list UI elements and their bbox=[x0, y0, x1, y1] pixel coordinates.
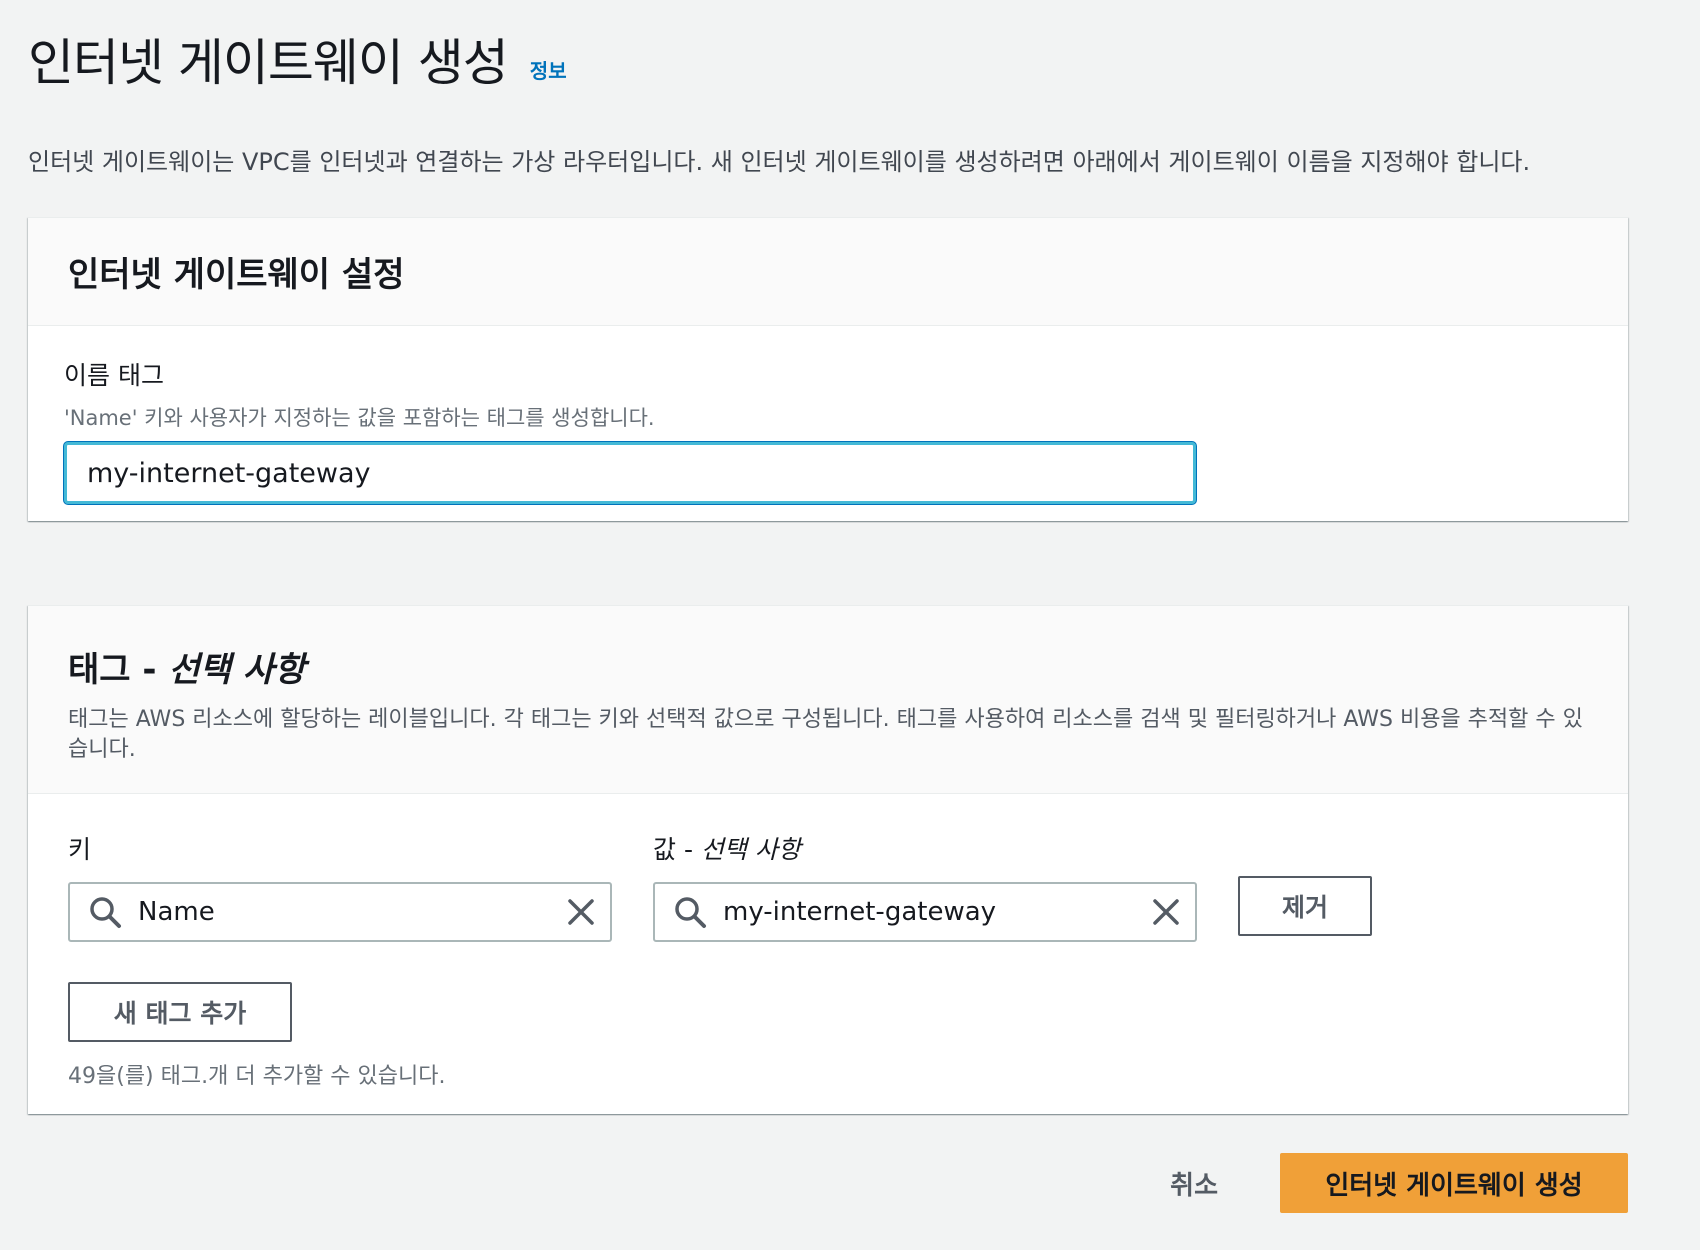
search-icon bbox=[675, 897, 706, 928]
gateway-settings-header: 인터넷 게이트웨이 설정 bbox=[28, 218, 1628, 326]
tag-row: 키 값 - 선택 사항 bbox=[68, 830, 1628, 942]
tag-key-column: 키 bbox=[68, 830, 612, 942]
tag-value-input[interactable] bbox=[721, 896, 1151, 928]
tag-key-field[interactable] bbox=[68, 882, 612, 942]
tag-value-field[interactable] bbox=[653, 882, 1197, 942]
info-link[interactable]: 정보 bbox=[530, 55, 567, 84]
tag-value-label-main: 값 - bbox=[653, 835, 701, 864]
create-internet-gateway-button[interactable]: 인터넷 게이트웨이 생성 bbox=[1280, 1153, 1628, 1213]
tag-value-label: 값 - 선택 사항 bbox=[653, 830, 1197, 866]
tags-container: 태그 - 선택 사항 태그는 AWS 리소스에 할당하는 레이블입니다. 각 태… bbox=[28, 605, 1628, 1114]
name-tag-label: 이름 태그 bbox=[64, 361, 164, 390]
tag-value-column: 값 - 선택 사항 bbox=[653, 830, 1197, 942]
page-description: 인터넷 게이트웨이는 VPC를 인터넷과 연결하는 가상 라우터입니다. 새 인… bbox=[28, 148, 1531, 176]
close-icon[interactable] bbox=[566, 897, 596, 927]
tags-description: 태그는 AWS 리소스에 할당하는 레이블입니다. 각 태그는 키와 선택적 값… bbox=[68, 707, 1583, 762]
tag-limit-text: 49을(를) 태그.개 더 추가할 수 있습니다. bbox=[68, 1064, 446, 1089]
gateway-settings-title: 인터넷 게이트웨이 설정 bbox=[68, 255, 405, 295]
tag-value-label-optional: 선택 사항 bbox=[700, 835, 801, 864]
search-icon bbox=[90, 897, 121, 928]
name-tag-description: 'Name' 키와 사용자가 지정하는 값을 포함하는 태그를 생성합니다. bbox=[64, 406, 655, 430]
tags-title: 태그 - 선택 사항 bbox=[68, 642, 1588, 691]
tag-key-input[interactable] bbox=[136, 896, 566, 928]
gateway-settings-container: 인터넷 게이트웨이 설정 이름 태그 'Name' 키와 사용자가 지정하는 값… bbox=[28, 217, 1628, 521]
cancel-button[interactable]: 취소 bbox=[1170, 1165, 1218, 1202]
tags-header: 태그 - 선택 사항 태그는 AWS 리소스에 할당하는 레이블입니다. 각 태… bbox=[28, 606, 1628, 794]
tags-title-main: 태그 - bbox=[68, 650, 169, 690]
name-tag-input[interactable] bbox=[64, 442, 1196, 504]
close-icon[interactable] bbox=[1151, 897, 1181, 927]
tags-body: 키 값 - 선택 사항 bbox=[28, 794, 1628, 1090]
page-header: 인터넷 게이트웨이 생성 정보 bbox=[28, 28, 1628, 98]
gateway-settings-body: 이름 태그 'Name' 키와 사용자가 지정하는 값을 포함하는 태그를 생성… bbox=[28, 326, 1628, 504]
form-actions: 취소 인터넷 게이트웨이 생성 bbox=[1170, 1153, 1628, 1213]
page-title: 인터넷 게이트웨이 생성 bbox=[28, 34, 509, 92]
tags-title-optional: 선택 사항 bbox=[168, 650, 306, 690]
tag-key-label: 키 bbox=[68, 835, 92, 864]
page: 인터넷 게이트웨이 생성 정보 인터넷 게이트웨이는 VPC를 인터넷과 연결하… bbox=[28, 0, 1628, 182]
add-tag-button[interactable]: 새 태그 추가 bbox=[68, 982, 292, 1042]
remove-tag-button[interactable]: 제거 bbox=[1238, 876, 1372, 936]
